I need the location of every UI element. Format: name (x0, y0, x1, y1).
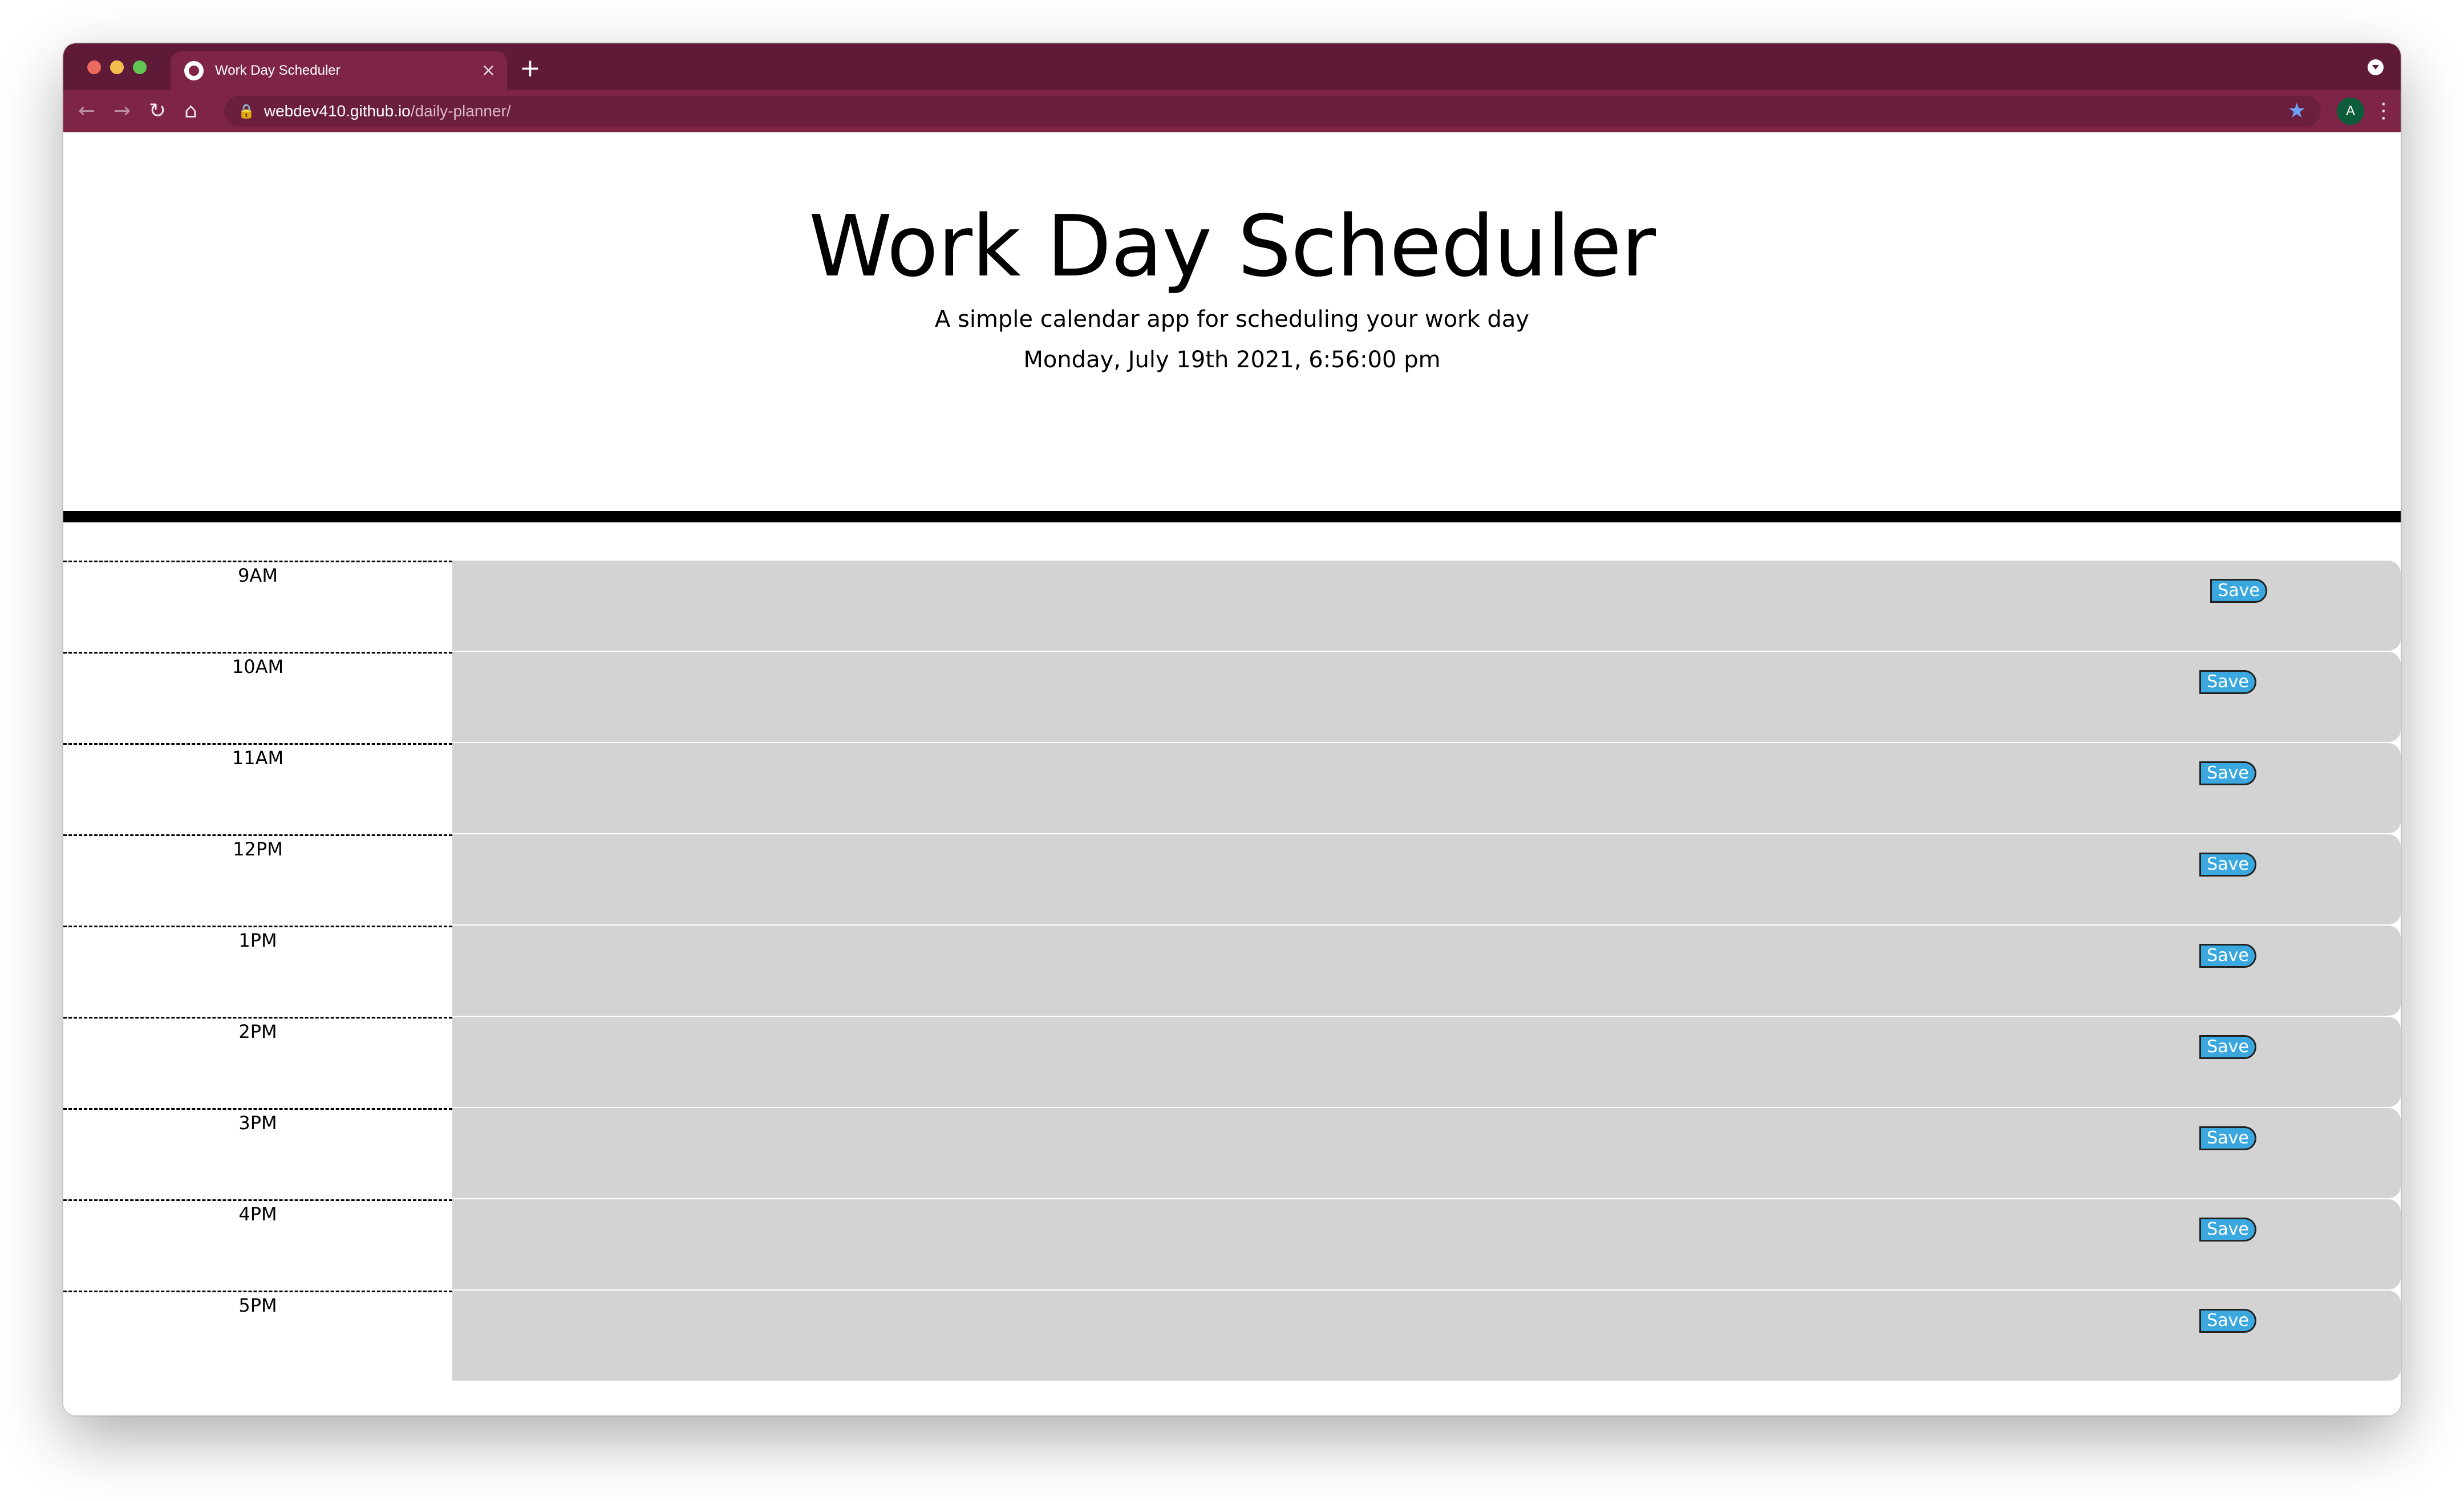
hour-label: 3PM (63, 1108, 452, 1199)
hour-label: 10AM (63, 652, 452, 743)
hour-label: 1PM (63, 926, 452, 1017)
time-block-12pm: 12PM Save (63, 834, 2401, 926)
tab-strip: Work Day Scheduler × + (63, 43, 2401, 90)
event-description-input[interactable] (452, 743, 2401, 834)
browser-toolbar: ← → ↻ ⌂ 🔒 webdev410.github.io/daily-plan… (63, 90, 2401, 132)
jumbotron-header: Work Day Scheduler A simple calendar app… (63, 132, 2401, 511)
time-block-3pm: 3PM Save (63, 1108, 2401, 1199)
current-day: Monday, July 19th 2021, 6:56:00 pm (1023, 347, 1441, 373)
event-description-input[interactable] (452, 834, 2401, 926)
lock-icon[interactable]: 🔒 (238, 103, 255, 119)
hour-label: 9AM (63, 561, 452, 652)
tab-work-day-scheduler[interactable]: Work Day Scheduler × (171, 51, 507, 90)
forward-arrow-icon[interactable]: → (114, 96, 131, 127)
hour-label: 5PM (63, 1291, 452, 1382)
bookmark-star-icon[interactable]: ★ (2288, 99, 2306, 123)
event-description-input[interactable] (452, 926, 2401, 1017)
schedule-container: 9AM Save 10AM Save 11AM Save 12PM Save 1… (63, 561, 2401, 1382)
time-block-10am: 10AM Save (63, 652, 2401, 743)
time-block-11am: 11AM Save (63, 743, 2401, 834)
close-tab-icon[interactable]: × (481, 62, 496, 79)
reload-icon[interactable]: ↻ (149, 96, 166, 127)
tab-search-icon[interactable] (2368, 59, 2384, 75)
save-button[interactable]: Save (2199, 1218, 2256, 1242)
save-button[interactable]: Save (2199, 670, 2256, 694)
maximize-window-button[interactable] (133, 60, 147, 74)
event-description-input[interactable] (452, 561, 2401, 652)
time-block-4pm: 4PM Save (63, 1199, 2401, 1291)
save-button[interactable]: Save (2210, 579, 2267, 603)
save-button[interactable]: Save (2199, 944, 2256, 968)
browser-menu-icon[interactable]: ⋮ (2373, 96, 2394, 127)
save-button[interactable]: Save (2199, 761, 2256, 785)
header-divider (63, 511, 2401, 522)
time-block-5pm: 5PM Save (63, 1291, 2401, 1382)
minimize-window-button[interactable] (110, 60, 124, 74)
save-button[interactable]: Save (2199, 853, 2256, 877)
event-description-input[interactable] (452, 1017, 2401, 1108)
page-subtitle: A simple calendar app for scheduling you… (934, 306, 1530, 332)
back-arrow-icon[interactable]: ← (78, 96, 95, 127)
save-button[interactable]: Save (2199, 1126, 2256, 1150)
hour-label: 11AM (63, 743, 452, 834)
time-block-9am: 9AM Save (63, 561, 2401, 652)
page-title: Work Day Scheduler (808, 197, 1656, 295)
save-button[interactable]: Save (2199, 1309, 2256, 1333)
globe-icon (184, 61, 204, 80)
event-description-input[interactable] (452, 1291, 2401, 1382)
time-block-2pm: 2PM Save (63, 1017, 2401, 1108)
browser-window: Work Day Scheduler × + ← → ↻ ⌂ 🔒 webdev4… (63, 43, 2401, 1415)
close-window-button[interactable] (87, 60, 101, 74)
page-viewport: Work Day Scheduler A simple calendar app… (63, 132, 2401, 1415)
url-path: /daily-planner/ (410, 102, 511, 120)
hour-label: 2PM (63, 1017, 452, 1108)
save-button[interactable]: Save (2199, 1035, 2256, 1059)
new-tab-button[interactable]: + (520, 56, 541, 81)
event-description-input[interactable] (452, 1199, 2401, 1291)
hour-label: 4PM (63, 1199, 452, 1291)
home-icon[interactable]: ⌂ (184, 96, 197, 127)
url-host: webdev410.github.io (264, 102, 411, 120)
hour-label: 12PM (63, 834, 452, 926)
tab-title: Work Day Scheduler (215, 63, 341, 78)
profile-avatar[interactable]: A (2337, 98, 2364, 125)
event-description-input[interactable] (452, 1108, 2401, 1199)
event-description-input[interactable] (452, 652, 2401, 743)
address-bar[interactable]: 🔒 webdev410.github.io/daily-planner/ ★ (224, 96, 2321, 127)
time-block-1pm: 1PM Save (63, 926, 2401, 1017)
